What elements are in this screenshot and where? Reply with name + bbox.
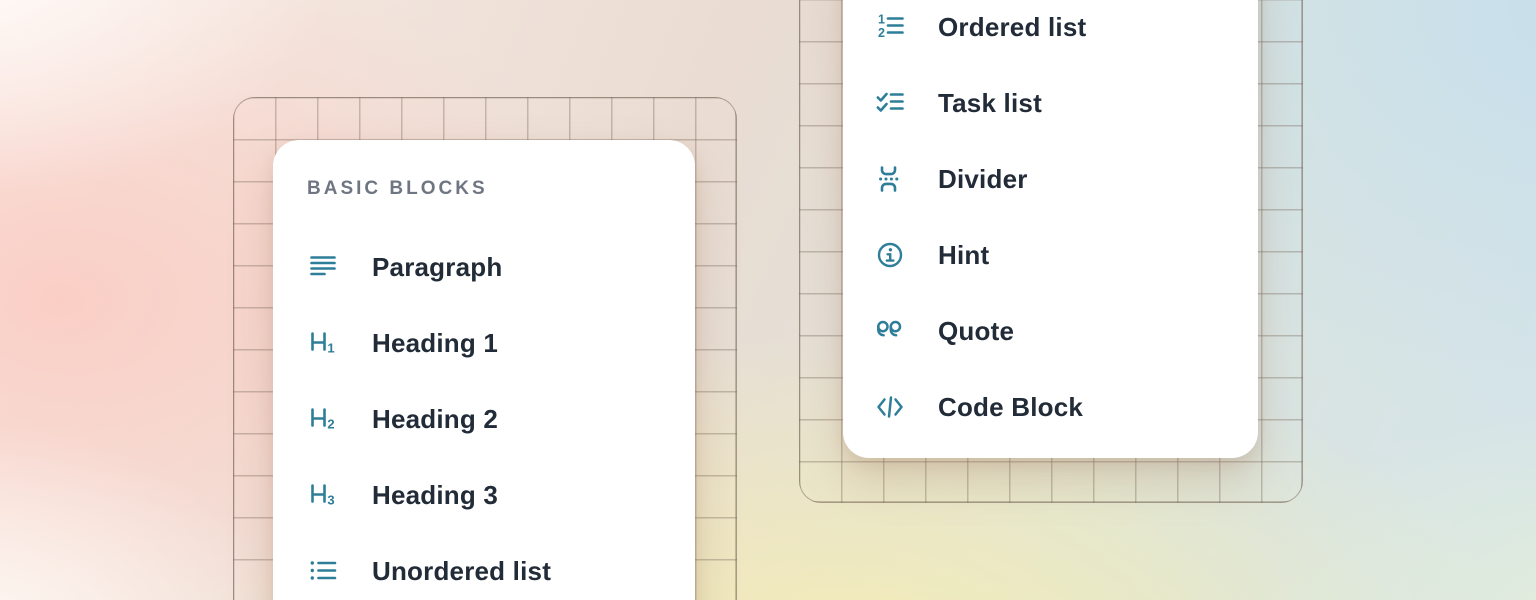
menu-item-heading-3[interactable]: 3 Heading 3 [273, 457, 695, 533]
task-list-icon [875, 88, 905, 118]
menu-item-label: Code Block [938, 392, 1083, 423]
menu-item-hint[interactable]: Hint [843, 217, 1258, 293]
menu-item-label: Heading 1 [372, 328, 498, 359]
divider-icon [875, 164, 905, 194]
menu-item-code-block[interactable]: Code Block [843, 369, 1258, 445]
svg-text:2: 2 [327, 417, 334, 432]
basic-blocks-list: Paragraph 1 Heading 1 2 Heading 2 [273, 229, 695, 600]
paragraph-icon [308, 252, 338, 282]
menu-item-quote[interactable]: Quote [843, 293, 1258, 369]
svg-text:3: 3 [327, 493, 334, 508]
ordered-list-icon: 1 2 [875, 12, 905, 42]
editor-blocks-showcase: BASIC BLOCKS Paragraph 1 Heading 1 2 [0, 0, 1536, 600]
unordered-list-icon [308, 556, 338, 586]
menu-item-task-list[interactable]: Task list [843, 65, 1258, 141]
menu-item-label: Divider [938, 164, 1028, 195]
menu-item-ordered-list[interactable]: 1 2 Ordered list [843, 0, 1258, 65]
menu-item-label: Quote [938, 316, 1014, 347]
section-label-basic-blocks: BASIC BLOCKS [307, 176, 695, 202]
menu-item-paragraph[interactable]: Paragraph [273, 229, 695, 305]
heading-3-icon: 3 [308, 480, 338, 510]
menu-item-label: Paragraph [372, 252, 502, 283]
hint-icon [875, 240, 905, 270]
heading-2-icon: 2 [308, 404, 338, 434]
svg-text:1: 1 [327, 341, 334, 356]
basic-blocks-menu: BASIC BLOCKS Paragraph 1 Heading 1 2 [273, 140, 695, 600]
menu-item-heading-1[interactable]: 1 Heading 1 [273, 305, 695, 381]
menu-item-label: Unordered list [372, 556, 551, 587]
menu-item-label: Hint [938, 240, 989, 271]
quote-icon [875, 316, 905, 346]
menu-item-label: Heading 3 [372, 480, 498, 511]
heading-1-icon: 1 [308, 328, 338, 358]
menu-item-unordered-list[interactable]: Unordered list [273, 533, 695, 600]
menu-item-divider[interactable]: Divider [843, 141, 1258, 217]
svg-text:2: 2 [878, 26, 885, 40]
menu-item-label: Heading 2 [372, 404, 498, 435]
menu-item-heading-2[interactable]: 2 Heading 2 [273, 381, 695, 457]
menu-item-label: Ordered list [938, 12, 1086, 43]
menu-item-label: Task list [938, 88, 1042, 119]
code-block-icon [875, 392, 905, 422]
blocks-menu-continued: 1 2 Ordered list Task list Divider [843, 0, 1258, 458]
svg-text:1: 1 [878, 13, 885, 27]
